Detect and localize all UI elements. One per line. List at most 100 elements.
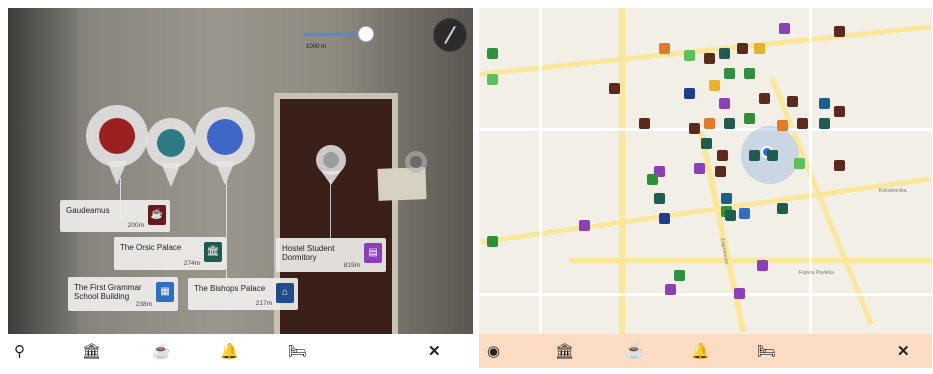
pin-stem [226,178,227,286]
slider-track[interactable] [304,33,364,36]
hostel-marker[interactable] [734,288,745,299]
museum-marker[interactable] [777,203,788,214]
cafe-marker[interactable] [834,26,845,37]
ar-camera-view[interactable]: 1000 m Gaudeamus 200m ☕ The Orsic Palace… [8,8,473,368]
museum-marker[interactable] [654,193,665,204]
park-marker[interactable] [794,158,805,169]
hotel-marker[interactable] [684,88,695,99]
restaurant-marker[interactable] [744,113,755,124]
close-icon[interactable]: ✕ [897,342,910,360]
poi-card[interactable]: Gaudeamus 200m ☕ [60,200,170,232]
school-icon: ▦ [156,282,174,302]
restaurant-marker[interactable] [724,68,735,79]
food-icon[interactable]: 🔔 [220,342,239,360]
cafe-marker[interactable] [715,166,726,177]
museum-icon: 🏛 [204,242,222,262]
museum-marker[interactable] [724,118,735,129]
slider-label: 1000 m [306,44,327,50]
restaurant-marker[interactable] [647,174,658,185]
museum-icon[interactable]: 🏛 [82,342,101,360]
cafe-marker[interactable] [759,93,770,104]
restaurant-marker[interactable] [487,48,498,59]
hostel-marker[interactable] [694,163,705,174]
map-view[interactable]: Kolodvorska Franca Pavleka Zagrebacka ◉ … [479,8,932,368]
poi-name: Gaudeamus [66,206,110,215]
close-icon[interactable]: ✕ [428,342,441,360]
shop-marker[interactable] [709,80,720,91]
park-marker[interactable] [684,50,695,61]
park-marker[interactable] [487,74,498,85]
cafe-marker[interactable] [639,118,650,129]
museum-marker[interactable] [725,210,736,221]
distance-slider[interactable]: 1000 m [298,24,378,54]
hostel-marker[interactable] [719,98,730,109]
palace-marker[interactable] [819,98,830,109]
street [539,8,542,334]
pin-stem [330,178,331,244]
poi-distance: 200m [127,222,144,229]
hostel-marker[interactable] [665,284,676,295]
street-label: Franca Pavleka [799,270,834,276]
palace-marker[interactable] [721,193,732,204]
bed-icon[interactable]: 🛏 [757,342,776,360]
slider-knob[interactable] [358,26,374,42]
poi-distance: 238m [135,301,152,308]
food-icon[interactable]: 🔔 [691,342,710,360]
poi-name: The Orsic Palace [120,243,182,252]
cafe-icon: ☕ [148,205,166,225]
school-marker[interactable] [739,208,750,219]
cafe-marker[interactable] [797,118,808,129]
road [480,176,931,245]
cafe-marker[interactable] [704,53,715,64]
road [569,258,932,263]
hostel-marker[interactable] [779,23,790,34]
museum-marker[interactable] [701,138,712,149]
poi-name: The Bishops Palace [194,284,266,293]
shop-marker[interactable] [777,120,788,131]
shop-marker[interactable] [704,118,715,129]
street [479,293,932,296]
eye-icon[interactable]: ◉ [487,342,500,360]
cafe-marker[interactable] [834,106,845,117]
bed-icon[interactable]: 🛏 [288,342,307,360]
location-icon[interactable]: ⚲ [14,342,25,360]
cafe-marker[interactable] [834,160,845,171]
road [479,24,932,77]
poi-distance: 217m [255,300,272,307]
poi-card[interactable]: Hostel Student Dormitory 819m ▤ [276,238,386,272]
cafe-marker[interactable] [717,150,728,161]
restaurant-marker[interactable] [674,270,685,281]
poi-distance: 819m [343,262,360,269]
hotel-marker[interactable] [659,213,670,224]
museum-marker[interactable] [767,150,778,161]
shop-marker[interactable] [659,43,670,54]
poi-name: Hostel Student Dormitory [282,244,335,262]
cafe-marker[interactable] [689,123,700,134]
cafe-icon[interactable]: ☕ [152,342,171,360]
cafe-icon[interactable]: ☕ [625,342,644,360]
compass-icon[interactable] [433,18,467,52]
street [809,8,812,334]
restaurant-marker[interactable] [744,68,755,79]
cafe-marker[interactable] [737,43,748,54]
hostel-marker[interactable] [579,220,590,231]
museum-icon[interactable]: 🏛 [555,342,574,360]
shop-marker[interactable] [754,43,765,54]
museum-marker[interactable] [749,150,760,161]
palace-icon: ⌂ [276,283,294,303]
poi-card[interactable]: The Bishops Palace 217m ⌂ [188,278,298,310]
map-toolbar: ◉ 🏛 ☕ 🔔 🛏 ✕ [479,334,932,368]
museum-marker[interactable] [719,48,730,59]
street-label: Kolodvorska [879,188,907,194]
ar-toolbar: ⚲ 🏛 ☕ 🔔 🛏 ✕ [8,334,473,368]
poi-card[interactable]: The First Grammar School Building 238m ▦ [68,277,178,311]
cafe-marker[interactable] [609,83,620,94]
poi-name: The First Grammar School Building [74,283,142,301]
poi-card[interactable]: The Orsic Palace 274m 🏛 [114,237,226,270]
cafe-marker[interactable] [787,96,798,107]
hostel-icon: ▤ [364,243,382,263]
road [619,8,625,334]
hostel-marker[interactable] [757,260,768,271]
museum-marker[interactable] [819,118,830,129]
restaurant-marker[interactable] [487,236,498,247]
